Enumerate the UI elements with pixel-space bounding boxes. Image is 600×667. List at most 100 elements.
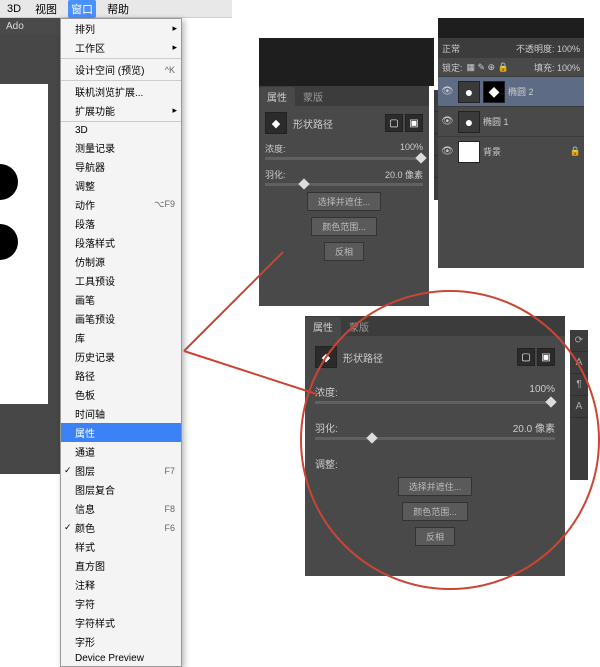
opacity-label: 不透明度: bbox=[516, 44, 555, 54]
properties-panel-small: 属性 蒙版 ◆ 形状路径 ▢ ▣ 浓度:100% 羽化:20.0 像素 选择并遮… bbox=[259, 86, 429, 306]
visibility-icon[interactable]: 👁 bbox=[441, 86, 455, 97]
menu-item[interactable]: 图层F7 bbox=[61, 461, 181, 480]
menu-item[interactable]: 样式 bbox=[61, 537, 181, 556]
menu-item[interactable]: 画笔预设 bbox=[61, 309, 181, 328]
pixel-mask-icon[interactable]: ▢ bbox=[385, 114, 403, 132]
layer-name[interactable]: 椭圆 2 bbox=[508, 85, 534, 98]
adjust-label: 调整: bbox=[315, 456, 338, 471]
opacity-value[interactable]: 100% bbox=[557, 44, 580, 54]
lock-icons[interactable]: ▦ ✎ ⊕ 🔒 bbox=[467, 62, 509, 73]
menu-item[interactable]: 字符样式 bbox=[61, 613, 181, 632]
mask-thumb-icon[interactable]: ◆ bbox=[265, 112, 287, 134]
layer-name[interactable]: 椭圆 1 bbox=[483, 115, 509, 128]
glyph-icon[interactable]: A bbox=[570, 396, 588, 418]
mask-thumb: ◆ bbox=[483, 81, 505, 103]
menu-item[interactable]: 图层复合 bbox=[61, 480, 181, 499]
menu-help[interactable]: 帮助 bbox=[104, 0, 132, 18]
feather-slider[interactable] bbox=[315, 437, 555, 440]
color-range-button[interactable]: 颜色范围... bbox=[402, 502, 468, 521]
menu-item[interactable]: 仿制源 bbox=[61, 252, 181, 271]
properties-panel-large: 属性 蒙版 ◆ 形状路径 ▢ ▣ 浓度:100% 羽化:20.0 像素 调整: … bbox=[305, 316, 565, 576]
canvas-area bbox=[0, 34, 60, 474]
visibility-icon[interactable]: 👁 bbox=[441, 146, 455, 157]
lock-icon: 🔒 bbox=[570, 146, 581, 157]
menu-item[interactable]: 联机浏览扩展... bbox=[61, 82, 181, 101]
vector-mask-icon[interactable]: ▣ bbox=[405, 114, 423, 132]
vector-mask-icon[interactable]: ▣ bbox=[537, 348, 555, 366]
menu-item[interactable]: 导航器 bbox=[61, 157, 181, 176]
tab-mask[interactable]: 蒙版 bbox=[341, 317, 377, 336]
menu-item[interactable]: 排列 bbox=[61, 19, 181, 38]
menu-view[interactable]: 视图 bbox=[32, 0, 60, 18]
menu-item[interactable]: 3D bbox=[61, 123, 181, 138]
menu-item[interactable]: 直方图 bbox=[61, 556, 181, 575]
menu-item[interactable]: 路径 bbox=[61, 366, 181, 385]
menu-item[interactable]: 色板 bbox=[61, 385, 181, 404]
menu-item[interactable]: 注释 bbox=[61, 575, 181, 594]
dark-bg bbox=[259, 38, 434, 86]
history-icon[interactable]: ⟳ bbox=[570, 330, 588, 352]
menu-item[interactable]: 工作区 bbox=[61, 38, 181, 57]
menu-item[interactable]: 画笔 bbox=[61, 290, 181, 309]
layer-item[interactable]: 👁 背景 🔒 bbox=[438, 136, 584, 166]
canvas[interactable] bbox=[0, 84, 48, 404]
app-title: Ado bbox=[0, 18, 60, 34]
mask-thumb-icon[interactable]: ◆ bbox=[315, 346, 337, 368]
density-slider[interactable] bbox=[265, 157, 423, 160]
layer-name[interactable]: 背景 bbox=[483, 145, 501, 158]
menu-item[interactable]: 属性 bbox=[61, 423, 181, 442]
dark-bg bbox=[438, 18, 584, 38]
menu-item[interactable]: 调整 bbox=[61, 176, 181, 195]
feather-label: 羽化: bbox=[265, 168, 286, 181]
color-range-button[interactable]: 颜色范围... bbox=[311, 217, 377, 236]
menu-item[interactable]: 字符 bbox=[61, 594, 181, 613]
feather-value: 20.0 像素 bbox=[513, 420, 555, 435]
feather-label: 羽化: bbox=[315, 420, 338, 435]
menu-item[interactable]: 设计空间 (预览)^K bbox=[61, 60, 181, 79]
menu-item[interactable]: 段落样式 bbox=[61, 233, 181, 252]
menu-item[interactable]: 扩展功能 bbox=[61, 101, 181, 120]
feather-slider[interactable] bbox=[265, 183, 423, 186]
layer-thumb: ● bbox=[458, 111, 480, 133]
menu-item[interactable]: 字形 bbox=[61, 632, 181, 651]
menu-item[interactable]: 动作⌥F9 bbox=[61, 195, 181, 214]
para-icon[interactable]: ¶ bbox=[570, 374, 588, 396]
menu-item[interactable]: 颜色F6 bbox=[61, 518, 181, 537]
menu-item[interactable]: 通道 bbox=[61, 442, 181, 461]
menu-3d[interactable]: 3D bbox=[4, 2, 24, 16]
menu-item[interactable]: 历史记录 bbox=[61, 347, 181, 366]
layer-item[interactable]: 👁 ● ◆ 椭圆 2 bbox=[438, 76, 584, 106]
menubar: 3D 视图 窗口 帮助 bbox=[0, 0, 232, 18]
blend-mode[interactable]: 正常 bbox=[442, 42, 460, 55]
tab-mask[interactable]: 蒙版 bbox=[295, 87, 331, 106]
shape-ellipse-2[interactable] bbox=[0, 224, 18, 260]
shape-ellipse-1[interactable] bbox=[0, 164, 18, 200]
select-and-mask-button[interactable]: 选择并遮住... bbox=[307, 192, 382, 211]
menu-item[interactable]: 工具预设 bbox=[61, 271, 181, 290]
density-slider[interactable] bbox=[315, 401, 555, 404]
menu-item[interactable]: 信息F8 bbox=[61, 499, 181, 518]
menu-item[interactable]: 时间轴 bbox=[61, 404, 181, 423]
lock-label: 锁定: bbox=[442, 61, 463, 74]
layers-panel: 正常 不透明度: 100% 锁定: ▦ ✎ ⊕ 🔒 填充: 100% 👁 ● ◆… bbox=[438, 38, 584, 268]
menu-item[interactable]: 库 bbox=[61, 328, 181, 347]
invert-button[interactable]: 反相 bbox=[415, 527, 455, 546]
shape-path-label: 形状路径 bbox=[343, 350, 383, 365]
menu-window[interactable]: 窗口 bbox=[68, 0, 96, 18]
select-and-mask-button[interactable]: 选择并遮住... bbox=[398, 477, 473, 496]
menu-item[interactable]: 测量记录 bbox=[61, 138, 181, 157]
window-menu-dropdown[interactable]: 排列工作区设计空间 (预览)^K 联机浏览扩展...扩展功能 3D测量记录导航器调整… bbox=[60, 18, 182, 667]
layer-item[interactable]: 👁 ● 椭圆 1 bbox=[438, 106, 584, 136]
panel-tabs: 属性 蒙版 bbox=[259, 86, 429, 106]
menu-item[interactable]: 段落 bbox=[61, 214, 181, 233]
side-icon-strip: ⟳ A ¶ A bbox=[570, 330, 588, 480]
fill-value[interactable]: 100% bbox=[557, 63, 580, 73]
shape-path-label: 形状路径 bbox=[293, 116, 333, 131]
tab-properties[interactable]: 属性 bbox=[259, 87, 295, 106]
pixel-mask-icon[interactable]: ▢ bbox=[517, 348, 535, 366]
visibility-icon[interactable]: 👁 bbox=[441, 116, 455, 127]
menu-item[interactable]: Device Preview bbox=[61, 651, 181, 666]
invert-button[interactable]: 反相 bbox=[324, 242, 364, 261]
tab-properties[interactable]: 属性 bbox=[305, 317, 341, 336]
char-icon[interactable]: A bbox=[570, 352, 588, 374]
